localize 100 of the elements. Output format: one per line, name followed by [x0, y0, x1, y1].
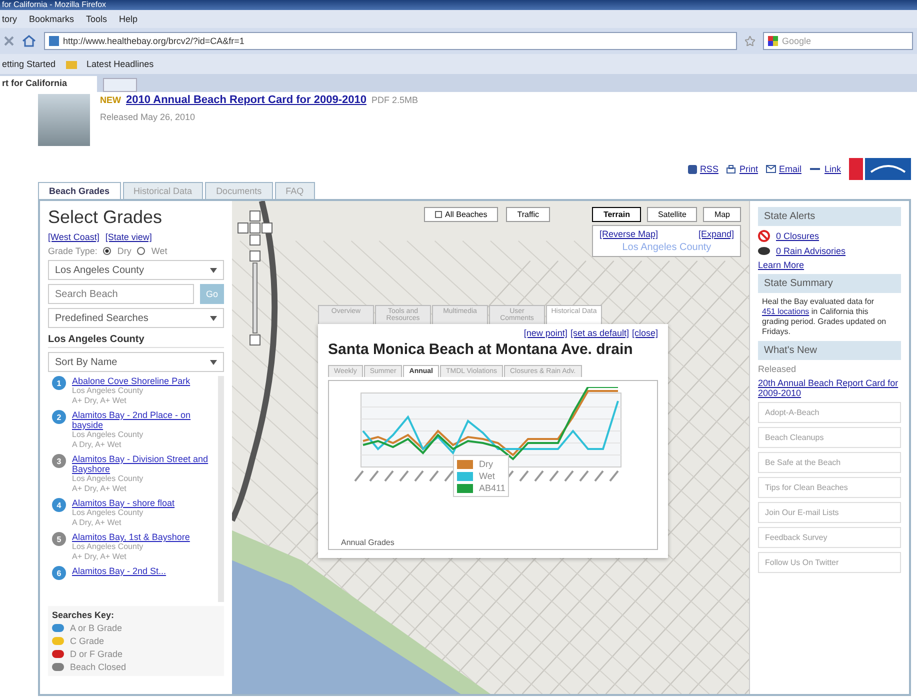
- closures-link[interactable]: 0 Closures: [776, 231, 820, 241]
- grades-text: A Dry, A+ Wet: [72, 518, 122, 528]
- section-header: State Alerts: [758, 207, 901, 226]
- key-label: A or B Grade: [70, 623, 122, 633]
- popup-link[interactable]: [new point]: [524, 328, 568, 338]
- page-icon: [49, 36, 59, 46]
- tab[interactable]: Beach Grades: [38, 182, 121, 199]
- predefined-select[interactable]: Predefined Searches: [48, 308, 224, 328]
- county-text: Los Angeles County: [72, 542, 144, 552]
- summary-text: Heal the Bay evaluated data for 451 locations in California this grading period. Grades updated on Fridays.: [761, 297, 888, 337]
- radio-button[interactable]: [103, 247, 112, 255]
- county-text: Los Angeles County: [72, 386, 144, 396]
- address-field[interactable]: http://www.healthebay.org/brcv2/?id=CA&fr=1: [44, 32, 737, 50]
- star-icon[interactable]: [745, 36, 755, 46]
- tool-link[interactable]: Print: [726, 164, 758, 174]
- envelope-icon: [766, 165, 776, 173]
- photo-placeholder: [38, 94, 90, 146]
- window-title: for California - Mozilla Firefox: [0, 0, 917, 10]
- layer-button[interactable]: All Beaches: [424, 207, 498, 222]
- reverse-map-link[interactable]: [Reverse Map]: [599, 229, 658, 239]
- number-marker: 1: [52, 376, 66, 390]
- beach-link[interactable]: Alamitos Bay - Division Street and Bayshore: [72, 454, 218, 474]
- caret-icon: [210, 316, 217, 320]
- caret-icon: [210, 268, 217, 272]
- menu-item[interactable]: Tools: [86, 14, 108, 24]
- map-type-button[interactable]: Terrain: [592, 207, 641, 222]
- map-type-button[interactable]: Map: [703, 207, 741, 222]
- home-icon[interactable]: [22, 35, 36, 47]
- new-label: NEW: [100, 95, 121, 105]
- county-text: Los Angeles County: [72, 508, 144, 518]
- legend-label: AB411: [479, 483, 506, 493]
- section-heading: Los Angeles County: [48, 332, 224, 348]
- popup-link[interactable]: [set as default]: [570, 328, 629, 338]
- county-select[interactable]: Los Angeles County: [48, 260, 224, 280]
- radio-button[interactable]: [137, 247, 146, 255]
- number-marker: 2: [52, 410, 66, 424]
- rss-icon: [688, 164, 697, 174]
- file-size: PDF 2.5MB: [371, 95, 418, 105]
- menu-item[interactable]: tory: [2, 14, 18, 24]
- beach-title: Santa Monica Beach at Montana Ave. drain: [328, 341, 634, 358]
- report-link[interactable]: 2010 Annual Beach Report Card for 2009-2010: [126, 94, 366, 106]
- area-name: Los Angeles County: [621, 242, 712, 253]
- cloud-icon: [758, 246, 770, 256]
- radio-label: Dry: [117, 246, 132, 256]
- key-label: Beach Closed: [70, 662, 126, 672]
- popup-link[interactable]: [close]: [632, 328, 658, 338]
- key-label: C Grade: [70, 636, 104, 646]
- grades-text: A Dry, A+ Wet: [72, 440, 122, 450]
- no-entry-icon: [758, 230, 770, 242]
- number-marker: 3: [52, 454, 66, 468]
- number-marker: 5: [52, 532, 66, 546]
- grade-type-label: Grade Type:: [48, 246, 98, 256]
- rain-advisories-link[interactable]: 0 Rain Advisories: [776, 246, 846, 256]
- close-icon[interactable]: [4, 36, 14, 46]
- search-field[interactable]: Search Beach: [48, 284, 194, 304]
- county-text: Los Angeles County: [72, 474, 144, 484]
- checkbox-icon: [435, 211, 442, 218]
- release-date: Released May 26, 2010: [100, 112, 196, 122]
- legend-label: Wet: [479, 471, 495, 481]
- map-type-button[interactable]: Satellite: [646, 207, 698, 222]
- section-header: What's New: [758, 341, 901, 360]
- view-link[interactable]: [State view]: [105, 232, 152, 242]
- report-card-link[interactable]: 20th Annual Beach Report Card for 2009-2010: [758, 378, 901, 398]
- released-label: Released: [758, 364, 798, 374]
- folder-icon: [66, 60, 77, 68]
- beach-link[interactable]: Alamitos Bay - shore float: [72, 498, 175, 508]
- chart-caption: Annual Grades: [341, 538, 396, 547]
- browser-tab[interactable]: rt for California: [0, 76, 98, 92]
- grades-text: A+ Dry, A+ Wet: [72, 484, 128, 494]
- number-marker: 6: [52, 566, 66, 580]
- radio-label: Wet: [151, 246, 168, 256]
- logo-icon: [849, 158, 911, 180]
- layer-button[interactable]: Traffic: [506, 207, 550, 222]
- menu-item[interactable]: Bookmarks: [29, 14, 74, 24]
- tool-link[interactable]: RSS: [688, 164, 718, 174]
- legend-label: Dry: [479, 459, 493, 469]
- tool-link[interactable]: Email: [766, 164, 802, 174]
- caret-icon: [210, 360, 217, 364]
- view-link[interactable]: [West Coast]: [48, 232, 100, 242]
- panel-title: Select Grades: [48, 207, 164, 228]
- key-title: Searches Key:: [52, 610, 116, 620]
- beach-link[interactable]: Alamitos Bay - 2nd St...: [72, 566, 166, 576]
- bookmark-link[interactable]: Latest Headlines: [86, 59, 154, 69]
- expand-link[interactable]: [Expand]: [698, 229, 734, 239]
- county-text: Los Angeles County: [72, 430, 144, 440]
- printer-icon: [726, 164, 736, 174]
- key-label: D or F Grade: [70, 649, 123, 659]
- tool-link[interactable]: Link: [809, 164, 841, 174]
- grades-text: A+ Dry, A+ Wet: [72, 552, 128, 562]
- learn-more-link[interactable]: Learn More: [758, 260, 901, 270]
- beach-link[interactable]: Alamitos Bay - 2nd Place - on bayside: [72, 410, 218, 430]
- number-marker: 4: [52, 498, 66, 512]
- sort-select[interactable]: Sort By Name: [48, 352, 224, 372]
- section-header: State Summary: [758, 274, 901, 293]
- beach-link[interactable]: Alamitos Bay, 1st & Bayshore: [72, 532, 190, 542]
- menu-item[interactable]: Help: [119, 14, 138, 24]
- beach-link[interactable]: Abalone Cove Shoreline Park: [72, 376, 190, 386]
- chain-icon: [809, 166, 822, 172]
- grades-text: A+ Dry, A+ Wet: [72, 396, 128, 406]
- bookmark-link[interactable]: etting Started: [2, 59, 56, 69]
